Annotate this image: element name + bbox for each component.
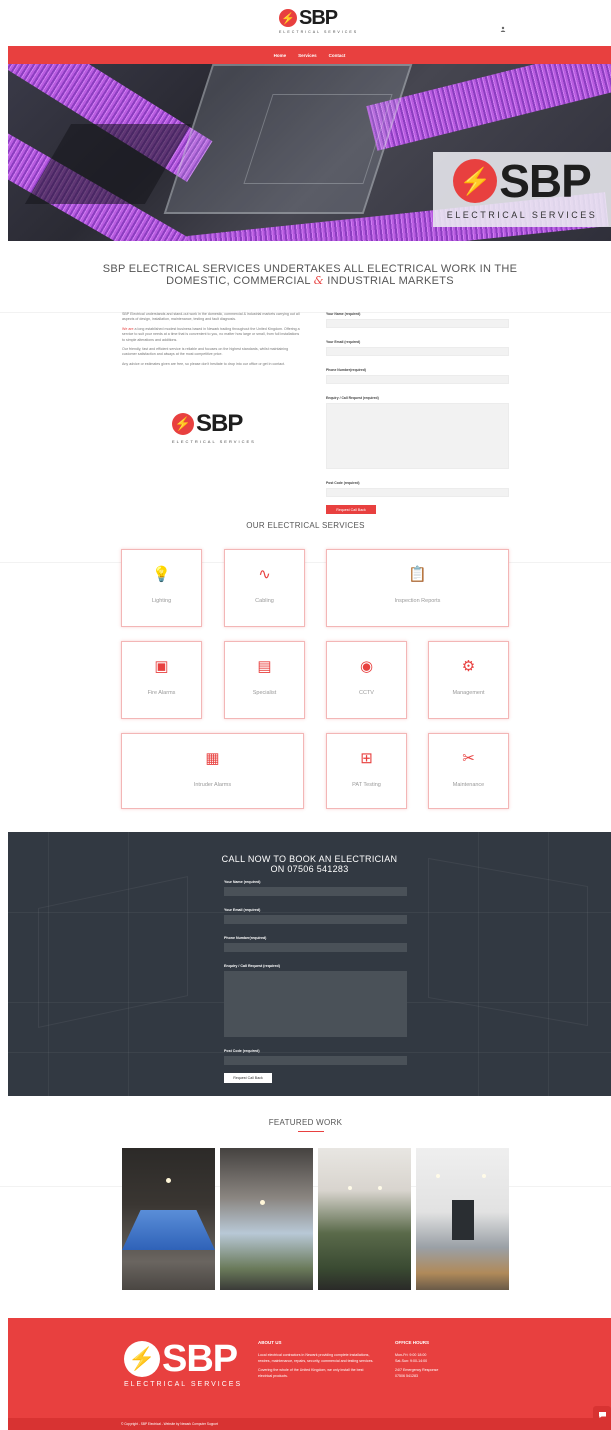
footer-hours: OFFICE HOURS Mon-Fri: 9:00 18:00 Sat-Sun… xyxy=(395,1340,439,1378)
email-field[interactable] xyxy=(326,347,509,356)
header-logo[interactable]: ⚡ SBP ELECTRICAL SERVICES xyxy=(279,8,358,34)
service-card-cctv[interactable]: ◉ CCTV xyxy=(326,641,407,719)
footer-about: ABOUT US Local electrical contractors in… xyxy=(258,1340,374,1378)
lightning-bolt-icon: ⚡ xyxy=(279,9,297,27)
keypad-icon: ▦ xyxy=(205,750,220,767)
nav-item-services[interactable]: Services xyxy=(298,53,317,58)
services-title: OUR ELECTRICAL SERVICES xyxy=(246,521,365,530)
featured-photo-1[interactable] xyxy=(122,1148,215,1290)
footer-logo: ⚡ SBP ELECTRICAL SERVICES xyxy=(124,1338,243,1388)
logo-subtitle: ELECTRICAL SERVICES xyxy=(279,30,359,34)
lightning-bolt-icon: ⚡ xyxy=(172,413,194,435)
service-card-fire-alarms[interactable]: ▣ Fire Alarms xyxy=(121,641,202,719)
copyright-text: © Copyright - SBP Electrical - Website b… xyxy=(121,1422,219,1426)
featured-photo-3[interactable] xyxy=(318,1148,411,1290)
intro-logo: ⚡ SBP ELECTRICAL SERVICES xyxy=(172,410,256,444)
hero-logo-badge: ⚡ SBP ELECTRICAL SERVICES xyxy=(433,152,611,227)
service-card-specialist[interactable]: ▤ Specialist xyxy=(224,641,305,719)
intro-text: SBP Electrical understands and stand-out… xyxy=(122,312,300,366)
featured-underline xyxy=(298,1131,324,1132)
page-tagline: SBP ELECTRICAL SERVICES UNDERTAKES ALL E… xyxy=(102,263,518,287)
user-icon[interactable] xyxy=(500,19,506,32)
enquiry-textarea[interactable] xyxy=(326,403,509,469)
cta-title: CALL NOW TO BOOK AN ELECTRICIAN ON 07506… xyxy=(221,854,398,874)
lightbulb-icon: 💡 xyxy=(152,566,171,583)
site-header: ⚡ SBP ELECTRICAL SERVICES xyxy=(0,0,611,46)
logo-text: SBP xyxy=(299,7,338,29)
phone-field[interactable] xyxy=(326,375,509,384)
cta-email-field[interactable] xyxy=(224,915,407,924)
service-card-cabling[interactable]: ∿ Cabling xyxy=(224,549,305,627)
enquiry-label: Enquiry / Call Request (required) xyxy=(326,396,379,400)
footer-bottom-bar: © Copyright - SBP Electrical - Website b… xyxy=(8,1418,611,1430)
service-card-maintenance[interactable]: ✂ Maintenance xyxy=(428,733,509,809)
panel-icon: ▤ xyxy=(257,658,272,675)
postcode-field[interactable] xyxy=(326,488,509,497)
lightning-bolt-icon: ⚡ xyxy=(124,1341,160,1377)
hero-image: ⚡ SBP ELECTRICAL SERVICES xyxy=(8,64,611,241)
email-label: Your Email (required) xyxy=(326,340,361,344)
nav-item-home[interactable]: Home xyxy=(274,53,287,58)
site-footer: ⚡ SBP ELECTRICAL SERVICES ABOUT US Local… xyxy=(8,1318,611,1430)
name-field[interactable] xyxy=(326,319,509,328)
main-nav: Home Services Contact xyxy=(8,46,611,64)
request-callback-button[interactable]: Request Call Back xyxy=(326,505,376,514)
cable-icon: ∿ xyxy=(258,566,271,583)
call-to-action-section: CALL NOW TO BOOK AN ELECTRICIAN ON 07506… xyxy=(8,832,611,1096)
service-card-lighting[interactable]: 💡 Lighting xyxy=(121,549,202,627)
chat-icon[interactable] xyxy=(593,1406,611,1424)
cta-enquiry-textarea[interactable] xyxy=(224,971,407,1037)
fire-alarm-icon: ▣ xyxy=(154,658,169,675)
service-card-management[interactable]: ⚙ Management xyxy=(428,641,509,719)
nav-item-contact[interactable]: Contact xyxy=(329,53,346,58)
featured-title: FEATURED WORK xyxy=(268,1118,343,1127)
postcode-label: Post Code (required) xyxy=(326,481,360,485)
cta-form: Your Name (required) Your Email (require… xyxy=(224,880,407,1083)
phone-label: Phone Number(required) xyxy=(326,368,366,372)
cta-phone-field[interactable] xyxy=(224,943,407,952)
contact-form: Your Name (required) Your Email (require… xyxy=(326,312,509,514)
lightning-bolt-icon: ⚡ xyxy=(453,159,498,203)
tools-icon: ✂ xyxy=(462,750,475,767)
featured-photo-2[interactable] xyxy=(220,1148,313,1290)
cta-request-callback-button[interactable]: Request Call Back xyxy=(224,1073,272,1083)
name-label: Your Name (required) xyxy=(326,312,361,316)
cta-name-field[interactable] xyxy=(224,887,407,896)
camera-icon: ◉ xyxy=(359,658,374,675)
service-card-inspection-reports[interactable]: 📋 Inspection Reports xyxy=(326,549,509,627)
tester-icon: ⊞ xyxy=(360,750,373,767)
service-card-intruder-alarms[interactable]: ▦ Intruder Alarms xyxy=(121,733,304,809)
cta-postcode-field[interactable] xyxy=(224,1056,407,1065)
service-card-pat-testing[interactable]: ⊞ PAT Testing xyxy=(326,733,407,809)
management-icon: ⚙ xyxy=(461,658,476,675)
featured-photo-4[interactable] xyxy=(416,1148,509,1290)
clipboard-icon: 📋 xyxy=(408,566,427,583)
